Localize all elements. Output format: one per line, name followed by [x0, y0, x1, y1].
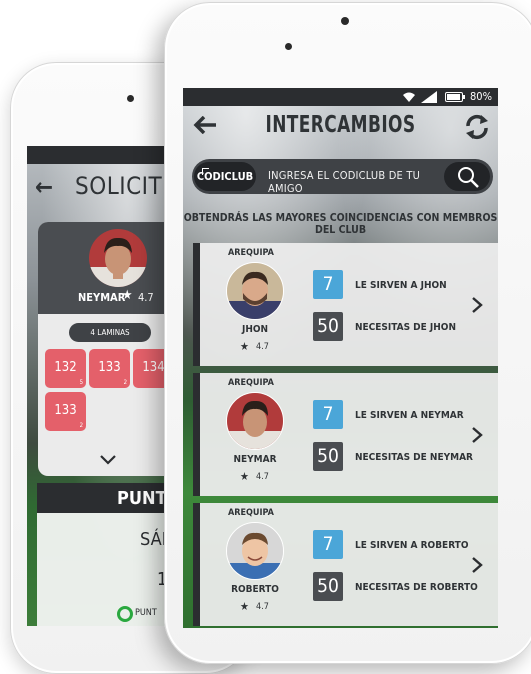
refresh-icon[interactable] — [464, 114, 490, 140]
need-text: NECESITAS DE JHON — [355, 322, 456, 333]
profile-name: NEYMAR — [78, 291, 126, 304]
front-camera-dot — [341, 17, 349, 25]
star-icon: ★ — [122, 288, 133, 303]
serve-count-badge: 7 — [313, 400, 343, 429]
location-pin-icon — [117, 606, 133, 622]
battery-icon — [445, 92, 465, 102]
match-city: AREQUIPA — [228, 378, 274, 388]
avatar — [226, 262, 284, 320]
match-rating: 4.7 — [256, 342, 269, 352]
match-city: AREQUIPA — [228, 508, 274, 518]
star-icon: ★ — [240, 340, 249, 353]
profile-rating: 4.7 — [138, 291, 154, 304]
match-name: NEYMAR — [233, 454, 277, 465]
codiclub-search-bar: CODICLUB INGRESA EL CODICLUB DE TU AMIGO — [192, 159, 493, 195]
front-phone-screen: 80% INTERCAMBIOS CODICLUB INGRESA EL COD… — [183, 88, 498, 628]
front-camera-dot — [127, 95, 134, 102]
sticker-tile[interactable]: 132 5 — [45, 349, 86, 388]
chevron-right-icon[interactable] — [471, 296, 483, 314]
avatar — [226, 392, 284, 450]
back-arrow-icon[interactable]: ← — [35, 173, 53, 201]
serve-count-badge: 7 — [313, 270, 343, 299]
avatar — [89, 229, 147, 287]
star-icon: ★ — [240, 470, 249, 483]
need-text: NECESITAS DE ROBERTO — [355, 582, 478, 593]
sticker-tile[interactable]: 133 2 — [89, 349, 130, 388]
codiclub-tag-button[interactable]: CODICLUB — [194, 162, 256, 191]
signal-icon — [421, 91, 437, 103]
tagline: OBTENDRÁS LAS MAYORES COINCIDENCIAS CON … — [183, 212, 498, 236]
need-count-badge: 50 — [313, 442, 343, 471]
match-name: JHON — [241, 324, 269, 335]
match-city: AREQUIPA — [228, 248, 274, 258]
match-card-roberto[interactable]: AREQUIPA ROBERTO ★ 4.7 7 LE SIRVEN A ROB… — [193, 503, 498, 626]
match-card-jhon[interactable]: AREQUIPA JHON ★ 4.7 7 LE SIRVEN A JHON 5… — [193, 243, 498, 366]
serve-text: LE SIRVEN A ROBERTO — [355, 540, 469, 551]
star-icon: ★ — [240, 600, 249, 613]
wifi-icon — [403, 92, 415, 102]
chevron-down-icon[interactable] — [99, 451, 117, 469]
match-name: ROBERTO — [231, 584, 279, 595]
serve-text: LE SIRVEN A JHON — [355, 280, 447, 291]
status-bar: 80% — [183, 88, 498, 106]
serve-text: LE SIRVEN A NEYMAR — [355, 410, 464, 421]
match-card-neymar[interactable]: AREQUIPA NEYMAR ★ 4.7 7 LE SIRVEN A NEYM… — [193, 373, 498, 496]
battery-percent: 80% — [470, 90, 492, 103]
serve-count-badge: 7 — [313, 530, 343, 559]
need-count-badge: 50 — [313, 312, 343, 341]
magnifier-icon — [458, 167, 479, 188]
avatar — [226, 522, 284, 580]
search-button[interactable] — [444, 162, 490, 191]
chevron-right-icon[interactable] — [471, 556, 483, 574]
page-title: INTERCAMBIOS — [265, 112, 416, 138]
bracket-icon — [202, 168, 209, 175]
codiclub-search-input[interactable]: INGRESA EL CODICLUB DE TU AMIGO — [268, 169, 438, 195]
match-rating: 4.7 — [256, 602, 269, 612]
need-count-badge: 50 — [313, 572, 343, 601]
stickers-count-pill: 4 LAMINAS — [69, 323, 151, 342]
need-text: NECESITAS DE NEYMAR — [355, 452, 473, 463]
match-rating: 4.7 — [256, 472, 269, 482]
chevron-right-icon[interactable] — [471, 426, 483, 444]
sticker-tile[interactable]: 133 2 — [45, 392, 86, 431]
sensor-dot — [285, 43, 292, 50]
